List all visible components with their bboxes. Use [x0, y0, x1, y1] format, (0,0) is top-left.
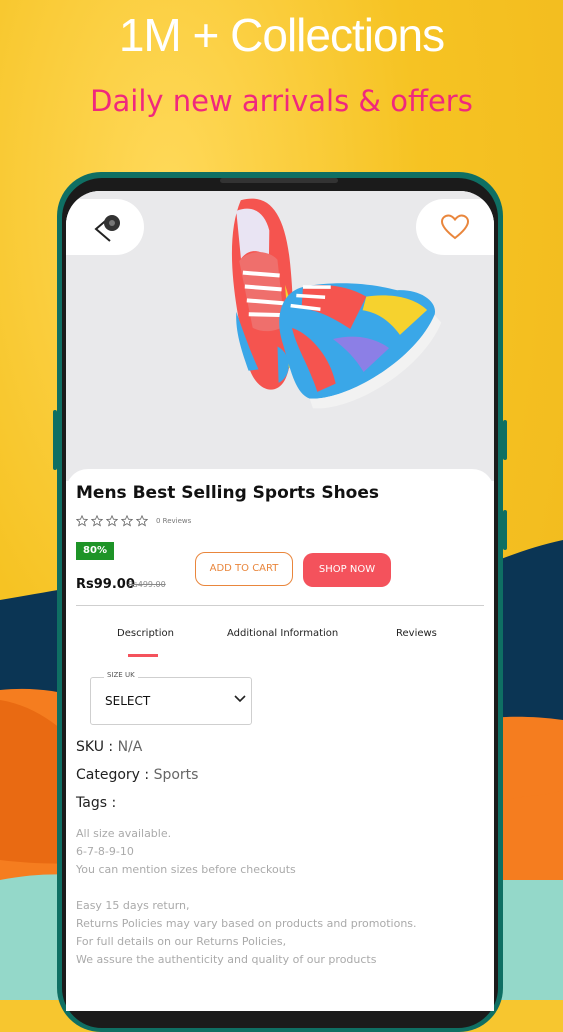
product-details-card: Mens Best Selling Sports Shoes 0 Reviews… [66, 469, 494, 1011]
add-to-cart-button[interactable]: ADD TO CART [195, 552, 293, 586]
heart-outline-icon [440, 214, 470, 240]
chevron-down-icon [234, 695, 246, 703]
star-outline-icon [76, 515, 88, 527]
tab-description[interactable]: Description [117, 628, 174, 639]
tab-reviews[interactable]: Reviews [396, 628, 437, 639]
banner-headline: 1M + Collections [118, 9, 445, 61]
description-text: All size available. 6-7-8-9-10 You can m… [76, 825, 417, 969]
phone-side-button [53, 410, 57, 470]
star-outline-icon [106, 515, 118, 527]
category-row: Category : Sports [76, 767, 198, 783]
divider [76, 605, 484, 606]
sku-label: SKU : [76, 739, 114, 755]
product-title: Mens Best Selling Sports Shoes [76, 483, 379, 503]
sku-row: SKU : N/A [76, 739, 142, 755]
app-screen: Mens Best Selling Sports Shoes 0 Reviews… [66, 191, 494, 1011]
description-line: All size available. [76, 827, 172, 840]
tags-row: Tags : [76, 795, 116, 811]
description-line: You can mention sizes before checkouts [76, 863, 296, 876]
tab-additional-information[interactable]: Additional Information [227, 628, 338, 639]
shop-now-button[interactable]: SHOP NOW [303, 553, 391, 587]
active-tab-indicator [128, 654, 158, 657]
description-line: Easy 15 days return, [76, 899, 190, 912]
sku-value: N/A [117, 739, 143, 755]
size-select-value: SELECT [105, 694, 151, 708]
arrow-left-icon [94, 215, 120, 242]
star-outline-icon [121, 515, 133, 527]
star-outline-icon [91, 515, 103, 527]
description-line: 6-7-8-9-10 [76, 845, 134, 858]
original-price: Rs499.00 [128, 580, 166, 589]
product-price: Rs99.00 [76, 577, 135, 592]
phone-side-button [503, 420, 507, 460]
tags-label: Tags : [76, 795, 117, 811]
phone-side-button [503, 510, 507, 550]
banner-subheadline: Daily new arrivals & offers [90, 84, 473, 118]
star-outline-icon [136, 515, 148, 527]
category-value[interactable]: Sports [154, 767, 199, 783]
back-button[interactable] [66, 199, 144, 255]
description-line: We assure the authenticity and quality o… [76, 953, 377, 966]
rating-stars [76, 515, 148, 527]
discount-badge: 80% [76, 542, 114, 560]
reviews-count[interactable]: 0 Reviews [156, 517, 191, 525]
phone-speaker [220, 178, 338, 183]
favorite-button[interactable] [416, 199, 494, 255]
category-label: Category : [76, 767, 150, 783]
description-line: Returns Policies may vary based on produ… [76, 917, 417, 930]
description-line: For full details on our Returns Policies… [76, 935, 287, 948]
product-image-area [66, 191, 494, 481]
size-select-label: SIZE UK [104, 671, 138, 679]
